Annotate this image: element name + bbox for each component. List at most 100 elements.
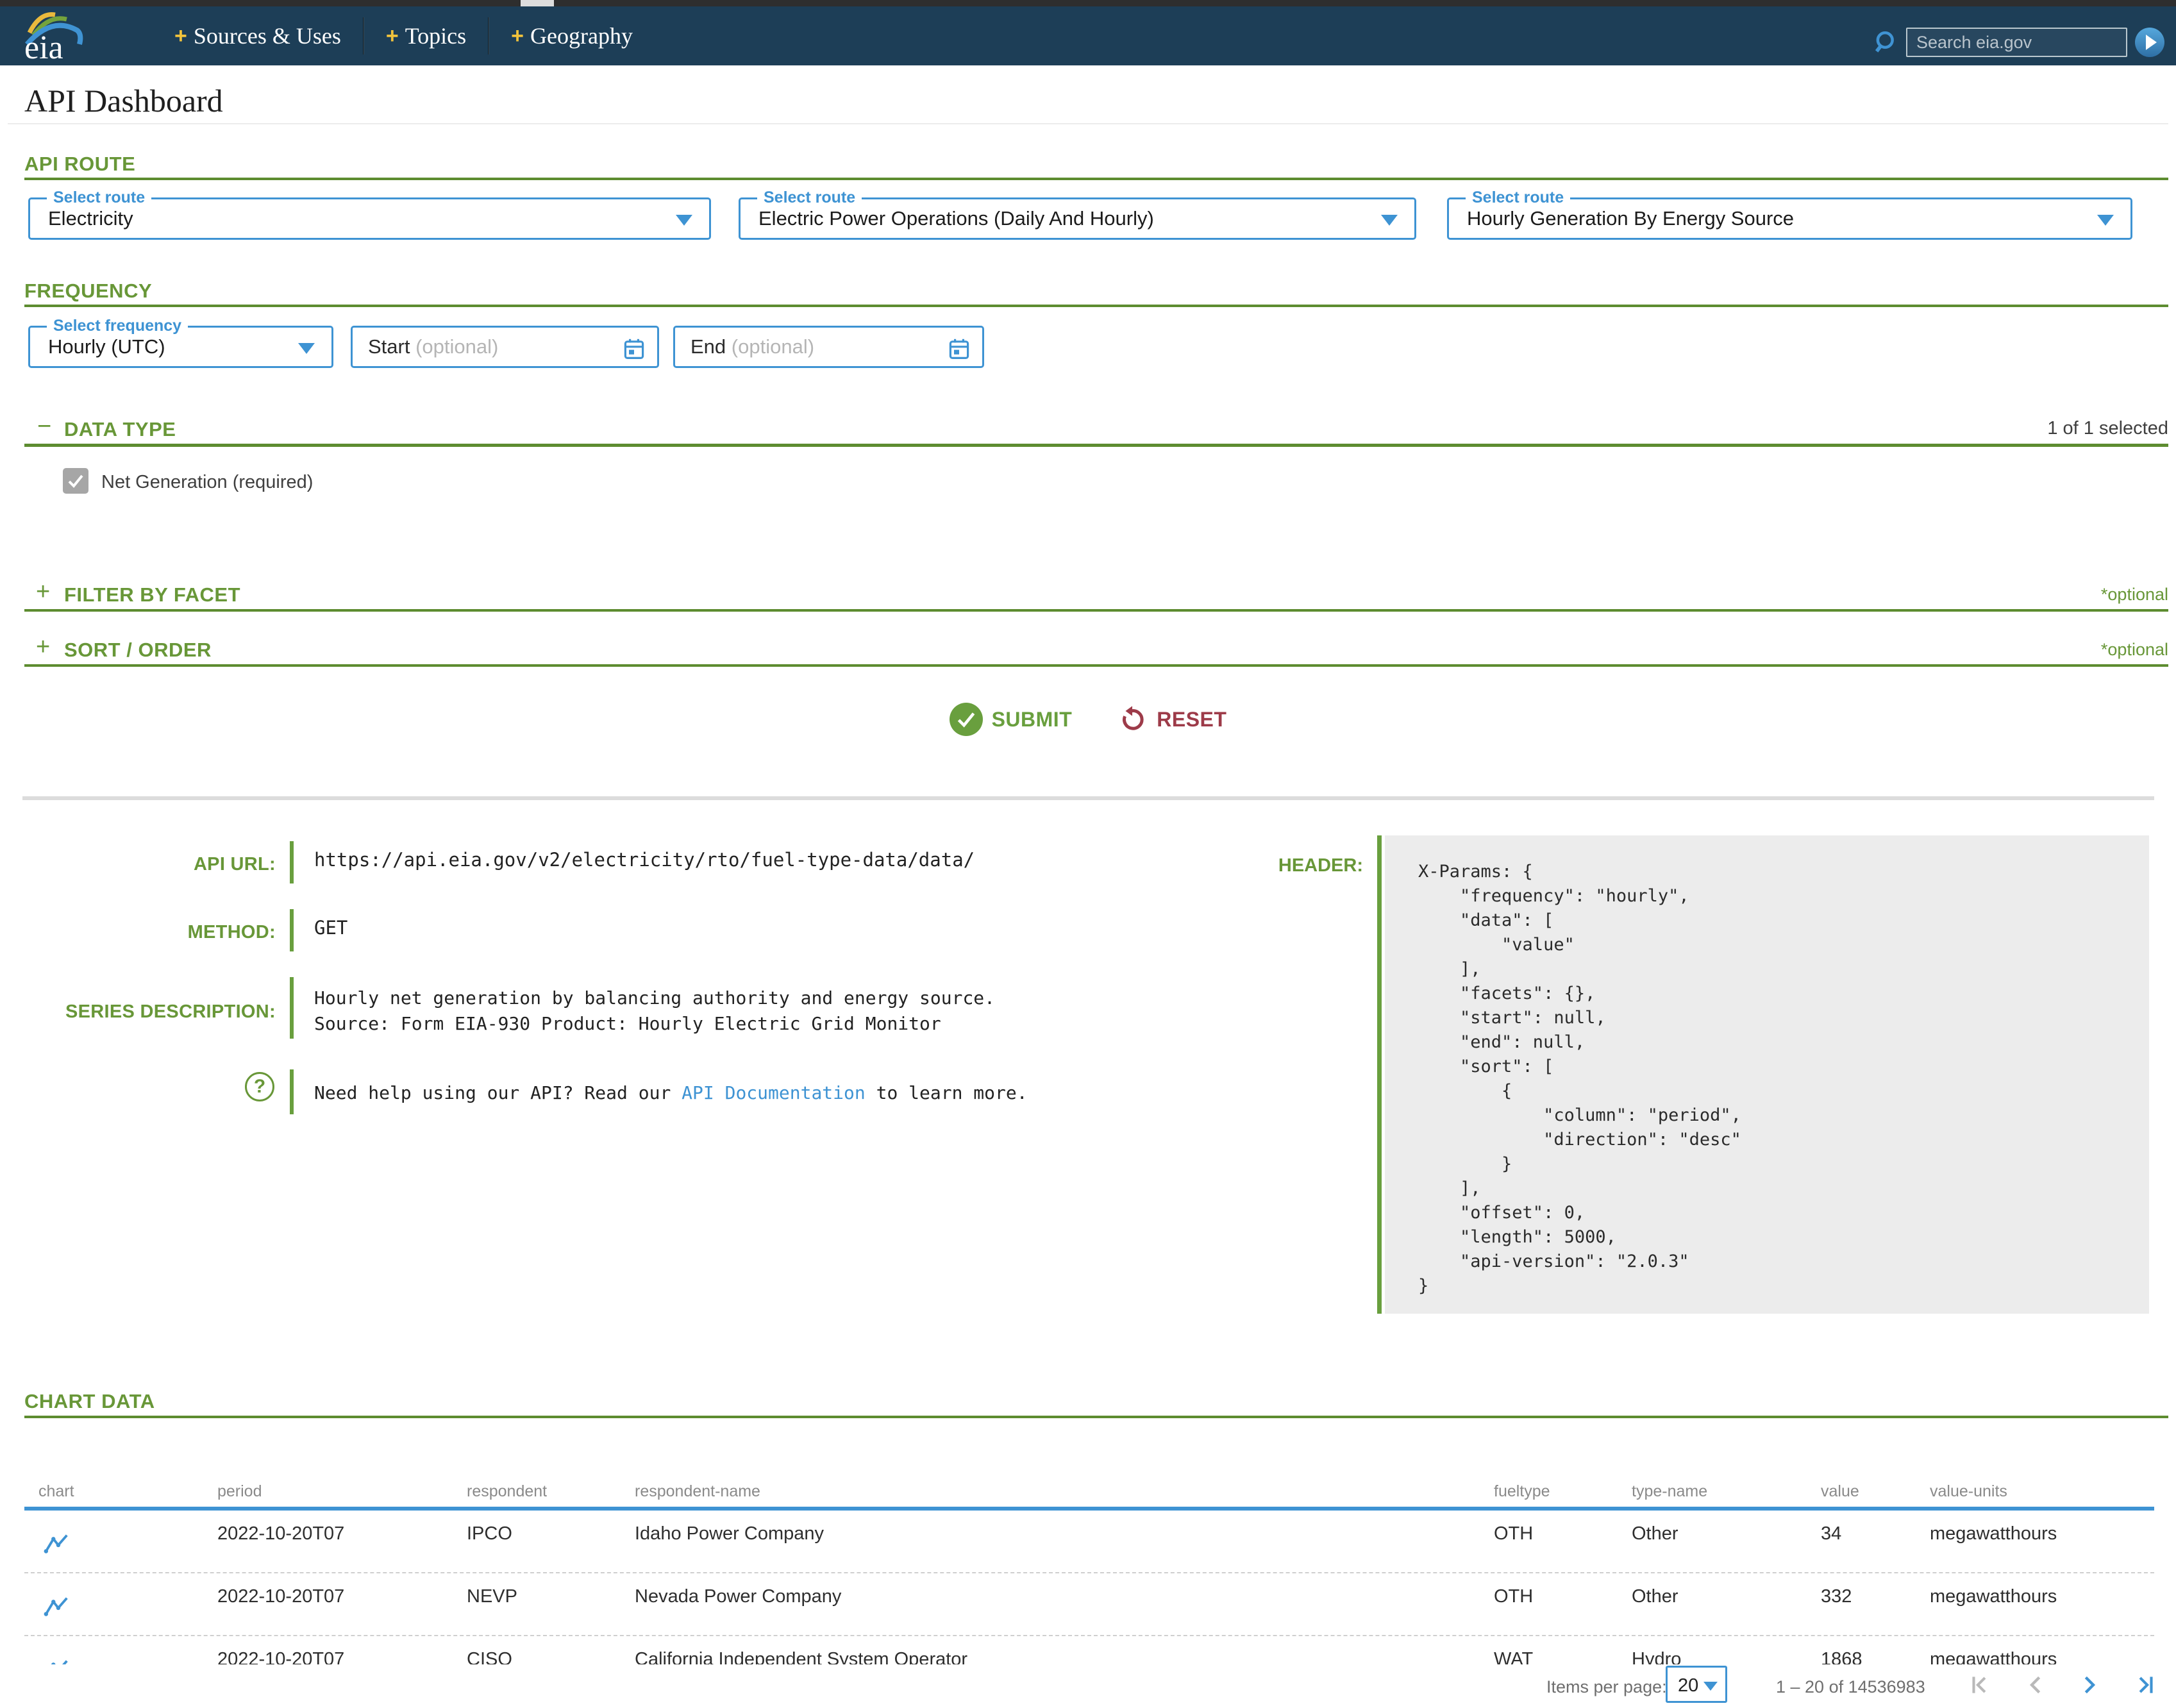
col-header-respondent: respondent [467,1475,635,1507]
cell-fueltype: OTH [1494,1511,1632,1572]
sparkline-icon [44,1658,71,1664]
net-generation-checkbox[interactable] [63,468,88,494]
filter-facet-header-row: + FILTER BY FACET *optional [0,581,2176,609]
plus-icon: + [511,24,524,49]
help-text: Need help using our API? Read our API Do… [314,1082,1028,1103]
search-area [1873,13,2164,72]
chevron-down-icon [1381,215,1398,226]
table-header-row: chart period respondent respondent-name … [24,1475,2154,1507]
route-select-3[interactable]: Select route Hourly Generation By Energy… [1447,197,2132,240]
series-description-line1: Hourly net generation by balancing autho… [314,987,995,1009]
cell-value-units: megawatthours [1930,1511,2154,1572]
route-select-1[interactable]: Select route Electricity [28,197,711,240]
page-title: API Dashboard [24,82,223,119]
col-header-chart: chart [38,1475,217,1507]
previous-page-button[interactable] [2022,1671,2048,1699]
net-generation-label: Net Generation (required) [101,472,313,493]
chevron-down-icon [676,215,692,226]
row-chart-icon[interactable] [38,1573,217,1635]
start-date-input[interactable]: Start (optional) [351,326,659,368]
cell-type-name: Other [1632,1511,1821,1572]
cell-value-units: megawatthours [1930,1636,2154,1664]
col-header-value-units: value-units [1930,1475,2154,1507]
filter-facet-heading[interactable]: FILTER BY FACET [64,583,240,607]
calendar-icon[interactable] [949,338,969,363]
cell-respondent: CISO [467,1636,635,1664]
collapse-minus-icon[interactable]: − [37,417,51,436]
method-value: GET [314,917,347,939]
col-header-respondent-name: respondent-name [635,1475,1494,1507]
cell-respondent: NEVP [467,1573,635,1635]
cell-respondent-name: California Independent System Operator [635,1636,1494,1664]
cell-value: 34 [1821,1511,1930,1572]
cell-period: 2022-10-20T07 [217,1636,467,1664]
col-header-period: period [217,1475,467,1507]
next-page-button[interactable] [2077,1671,2103,1699]
title-divider [8,123,2168,124]
submit-check-icon [950,703,983,736]
chevron-down-icon [2097,215,2114,226]
search-input[interactable] [1906,28,2127,57]
chart-data-table: chart period respondent respondent-name … [24,1475,2154,1664]
checkmark-icon [67,474,84,488]
items-per-page-select[interactable]: 20 [1666,1666,1727,1703]
cell-value-units: megawatthours [1930,1573,2154,1635]
api-route-heading: API ROUTE [24,153,2168,176]
series-description-bar [290,977,294,1039]
frequency-rule [24,305,2168,307]
sort-order-optional: *optional [2101,640,2168,660]
chart-data-heading: CHART DATA [24,1390,155,1413]
data-type-heading[interactable]: DATA TYPE [64,418,176,441]
cell-type-name: Hydro [1632,1636,1821,1664]
cell-respondent-name: Nevada Power Company [635,1573,1494,1635]
col-header-fueltype: fueltype [1494,1475,1632,1507]
last-page-button[interactable] [2132,1671,2158,1699]
api-documentation-link[interactable]: API Documentation [682,1082,866,1103]
calendar-icon[interactable] [624,338,644,363]
cell-type-name: Other [1632,1573,1821,1635]
col-header-type-name: type-name [1632,1475,1821,1507]
end-date-input[interactable]: End (optional) [673,326,984,368]
pagination-range: 1 – 20 of 14536983 [1776,1677,1917,1697]
svg-text:eia: eia [24,29,63,63]
submit-button[interactable]: SUBMIT [950,703,1073,736]
browser-edge-strip [0,0,2176,6]
pagination-buttons [1967,1671,2158,1699]
search-go-button[interactable] [2135,28,2164,57]
chevron-down-icon [298,343,315,354]
cell-fueltype: WAT [1494,1636,1632,1664]
menu-item-sources-uses[interactable]: + Sources & Uses [153,17,363,55]
last-page-icon [2133,1672,2157,1698]
sparkline-icon [44,1595,71,1618]
api-route-rule [24,178,2168,180]
chart-data-rows: 2022-10-20T07 IPCO Idaho Power Company O… [24,1511,2154,1664]
row-chart-icon[interactable] [38,1511,217,1572]
cell-value: 332 [1821,1573,1930,1635]
api-url-label: API URL: [0,854,276,875]
eia-logo[interactable]: eia [18,8,88,63]
sort-order-rule [24,664,2168,667]
route-select-2[interactable]: Select route Electric Power Operations (… [739,197,1416,240]
first-page-button[interactable] [1967,1671,1993,1699]
main-menu: + Sources & Uses + Topics + Geography [153,6,655,65]
selected-count: 1 of 1 selected [2047,418,2168,439]
go-arrow-icon [2146,35,2157,50]
header-code-block: X-Params: { "frequency": "hourly", "data… [1385,835,2149,1314]
section-divider [22,796,2154,800]
menu-item-topics[interactable]: + Topics [364,17,488,55]
expand-plus-icon[interactable]: + [36,637,50,657]
menu-item-geography[interactable]: + Geography [489,17,655,55]
top-navbar: eia + Sources & Uses + Topics + Geograph… [0,6,2176,65]
row-chart-icon[interactable] [38,1636,217,1664]
chevron-right-icon [2080,1672,2100,1698]
frequency-select[interactable]: Select frequency Hourly (UTC) [28,326,333,368]
method-label: METHOD: [0,922,276,943]
table-row: 2022-10-20T07 NEVP Nevada Power Company … [24,1573,2154,1636]
form-actions: SUBMIT RESET [0,703,2176,736]
filter-facet-rule [24,609,2168,612]
reset-button[interactable]: RESET [1118,703,1226,736]
reset-undo-icon [1118,705,1148,734]
sort-order-heading[interactable]: SORT / ORDER [64,639,212,662]
expand-plus-icon[interactable]: + [36,582,50,601]
header-code-text: X-Params: { "frequency": "hourly", "data… [1418,860,1741,1298]
